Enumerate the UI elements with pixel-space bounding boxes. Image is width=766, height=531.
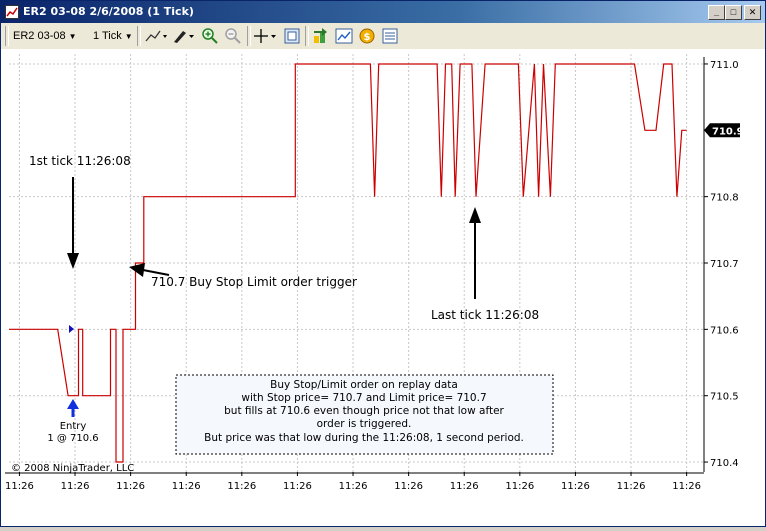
time-tick-label: 11:26 [450, 481, 479, 492]
title-bar[interactable]: ER2 03-08 2/6/2008 (1 Tick) _ □ ✕ [1, 1, 765, 23]
price-tick-label: 711.0 [710, 60, 739, 71]
time-tick-label: 11:26 [672, 481, 701, 492]
zoom-in-icon[interactable] [201, 27, 219, 45]
last-price-marker: 710.9 [704, 123, 744, 138]
price-tick-label: 710.5 [710, 392, 739, 403]
data-box-icon[interactable] [381, 27, 399, 45]
last-tick-arrow-icon [469, 207, 481, 299]
price-tick-label: 710.8 [710, 193, 739, 204]
time-axis-labels: 11:26 11:26 11:26 11:26 11:26 11:26 11:26 11:26… [5, 472, 701, 492]
first-tick-annotation: 1st tick 11:26:08 [29, 154, 131, 168]
minimize-button[interactable]: _ [708, 5, 725, 20]
price-axis-labels: 711.0 710.8 710.7 710.6 710.5 710.4 [704, 60, 739, 469]
interval-label: 1 Tick [93, 30, 122, 42]
first-tick-arrow-icon [67, 177, 79, 269]
time-tick-label: 11:26 [172, 481, 201, 492]
time-tick-label: 11:26 [617, 481, 646, 492]
note-line: with Stop price= 710.7 and Limit price= … [241, 392, 486, 404]
chevron-down-icon: ▼ [124, 32, 133, 41]
interval-selector[interactable]: 1 Tick ▼ [93, 27, 133, 45]
data-series-icon[interactable] [312, 27, 330, 45]
chevron-down-icon: ▼ [68, 32, 77, 41]
close-button[interactable]: ✕ [744, 5, 761, 20]
time-tick-label: 11:26 [116, 481, 145, 492]
drawing-tool-icon[interactable] [171, 27, 195, 45]
time-tick-label: 11:26 [283, 481, 312, 492]
toolbar-separator [305, 26, 309, 46]
chart-window: ER2 03-08 2/6/2008 (1 Tick) _ □ ✕ ER2 03… [0, 0, 766, 527]
chart-panel[interactable]: 711.0 710.8 710.7 710.6 710.5 710.4 11:26 11:2… [1, 49, 765, 526]
svg-text:$: $ [364, 32, 371, 43]
entry-fill-label: 1 @ 710.6 [47, 433, 98, 444]
last-price-label: 710.9 [712, 126, 744, 137]
note-line: order is triggered. [317, 418, 412, 430]
instrument-label: ER2 03-08 [13, 30, 66, 42]
toolbar-grip [5, 26, 9, 46]
time-tick-label: 11:26 [61, 481, 90, 492]
chart-app-icon [5, 5, 19, 19]
time-tick-label: 11:26 [561, 481, 590, 492]
note-line: but fills at 710.6 even though price not… [224, 405, 504, 417]
price-chart[interactable]: 711.0710.8710.7710.6710.5710.4 11:26 11:2… [1, 49, 765, 526]
time-tick-label: 11:26 [505, 481, 534, 492]
instrument-selector[interactable]: ER2 03-08 ▼ [13, 27, 77, 45]
properties-icon[interactable] [283, 27, 301, 45]
window-title: ER2 03-08 2/6/2008 (1 Tick) [23, 5, 194, 18]
last-tick-annotation: Last tick 11:26:08 [431, 308, 539, 322]
price-tick-label: 710.6 [710, 325, 739, 336]
chart-toolbar: ER2 03-08 ▼ 1 Tick ▼ $ [1, 23, 765, 50]
time-tick-label: 11:26 [394, 481, 423, 492]
zoom-out-icon[interactable] [224, 27, 242, 45]
price-tick-label: 710.7 [710, 259, 739, 270]
price-tick-label: 710.4 [710, 458, 739, 469]
copyright-label: © 2008 NinjaTrader, LLC [11, 463, 134, 474]
time-tick-label: 11:26 [227, 481, 256, 492]
entry-triangle-icon [69, 325, 74, 333]
indicators-icon[interactable] [335, 27, 353, 45]
trigger-annotation: 710.7 Buy Stop Limit order trigger [151, 275, 357, 289]
maximize-button[interactable]: □ [725, 5, 742, 20]
chart-style-icon[interactable] [144, 27, 168, 45]
time-tick-label: 11:26 [339, 481, 368, 492]
entry-label: Entry [60, 421, 87, 432]
strategy-icon[interactable]: $ [358, 27, 376, 45]
entry-arrow-icon [67, 399, 79, 417]
note-line: But price was that low during the 11:26:… [204, 432, 524, 444]
note-box: Buy Stop/Limit order on replay data with… [175, 374, 554, 455]
toolbar-separator [247, 26, 251, 46]
note-line: Buy Stop/Limit order on replay data [270, 379, 458, 391]
crosshair-icon[interactable] [253, 27, 277, 45]
toolbar-separator [137, 26, 141, 46]
time-tick-label: 11:26 [5, 481, 34, 492]
entry-marker: Entry 1 @ 710.6 [47, 325, 99, 444]
